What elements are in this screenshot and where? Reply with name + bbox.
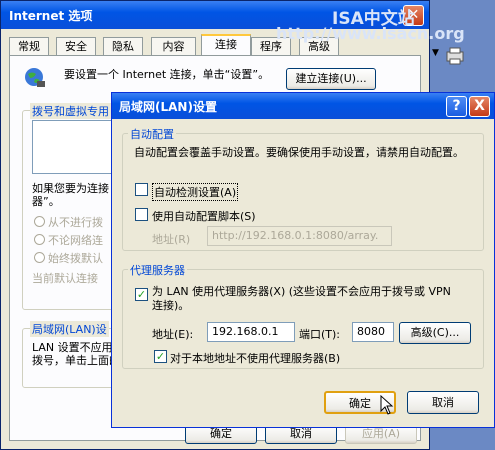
chevron-down-icon: ▼ xyxy=(432,48,439,58)
lan-dialog-title: 局域网(LAN)设置 xyxy=(119,100,217,114)
auto-config-description: 自动配置会覆盖手动设置。要确保使用手动设置，请禁用自动配置。 xyxy=(134,146,464,159)
radio-when-label: 不论网络连 xyxy=(48,234,103,247)
proxy-address-input[interactable]: 192.168.0.1 xyxy=(207,322,295,342)
script-address-label: 地址(R) xyxy=(152,233,191,246)
lan-settings-dialog: 局域网(LAN)设置 ? X 自动配置 自动配置会覆盖手动设置。要确保使用手动设… xyxy=(111,92,495,428)
radio-always-dial[interactable] xyxy=(34,252,45,263)
mouse-cursor-icon xyxy=(380,394,394,415)
watermark-url: http://www.isacn.org xyxy=(276,24,465,43)
radio-never-label: 从不进行拨 xyxy=(48,216,103,229)
use-proxy-label: 为 LAN 使用代理服务器(X) (这些设置不会应用于拨号或 VPN 连接)。 xyxy=(152,285,451,312)
lan-text-2: 拨号，单击上面的 xyxy=(32,354,120,367)
proxy-address-label: 地址(E): xyxy=(152,328,194,341)
setup-text: 要设置一个 Internet 连接，单击“设置”。 xyxy=(64,68,270,81)
proxy-group-label: 代理服务器 xyxy=(128,262,187,278)
cancel-button[interactable]: 取消 xyxy=(407,391,479,414)
advanced-button[interactable]: 高级(C)... xyxy=(399,322,471,344)
tab-security[interactable]: 安全 xyxy=(56,37,96,55)
auto-script-label: 使用自动配置脚本(S) xyxy=(152,210,256,223)
radio-never-dial[interactable] xyxy=(34,216,45,227)
auto-detect-checkbox[interactable] xyxy=(135,183,148,196)
auto-script-checkbox[interactable] xyxy=(135,208,148,221)
tab-privacy[interactable]: 隐私 xyxy=(103,37,143,55)
script-address-input[interactable]: http://192.168.0.1:8080/array. xyxy=(207,226,392,246)
current-default-label: 当前默认连接 xyxy=(32,272,98,285)
dialup-group-label: 拨号和虚拟专用 xyxy=(30,103,111,119)
radio-dial-when[interactable] xyxy=(34,234,45,245)
tab-general[interactable]: 常规 xyxy=(9,37,49,55)
auto-detect-label: 自动检测设置(A) xyxy=(152,183,239,201)
use-proxy-checkbox[interactable]: ✓ xyxy=(135,288,148,301)
close-icon[interactable]: X xyxy=(469,96,490,117)
port-input[interactable]: 8080 xyxy=(352,322,394,342)
lan-group-label: 局域网(LAN)设 xyxy=(30,321,109,337)
printer-icon xyxy=(444,46,466,66)
auto-config-label: 自动配置 xyxy=(128,126,176,142)
window-title: Internet 选项 xyxy=(9,9,93,23)
tab-content[interactable]: 内容 xyxy=(151,37,196,55)
setup-button[interactable]: 建立连接(U)... xyxy=(286,68,376,90)
help-icon[interactable]: ? xyxy=(446,96,467,117)
port-label: 端口(T): xyxy=(299,328,341,341)
connections-list[interactable] xyxy=(32,120,119,174)
tab-connections[interactable]: 连接 xyxy=(201,34,251,56)
bypass-local-checkbox[interactable]: ✓ xyxy=(154,350,167,363)
lan-title-bar: 局域网(LAN)设置 ? X xyxy=(112,93,494,119)
bypass-local-label: 对于本地地址不使用代理服务器(B) xyxy=(170,352,341,365)
radio-always-label: 始终拨默认 xyxy=(48,252,103,265)
globe-network-icon xyxy=(22,66,46,90)
dialup-text-2: 器”。 xyxy=(32,195,60,208)
